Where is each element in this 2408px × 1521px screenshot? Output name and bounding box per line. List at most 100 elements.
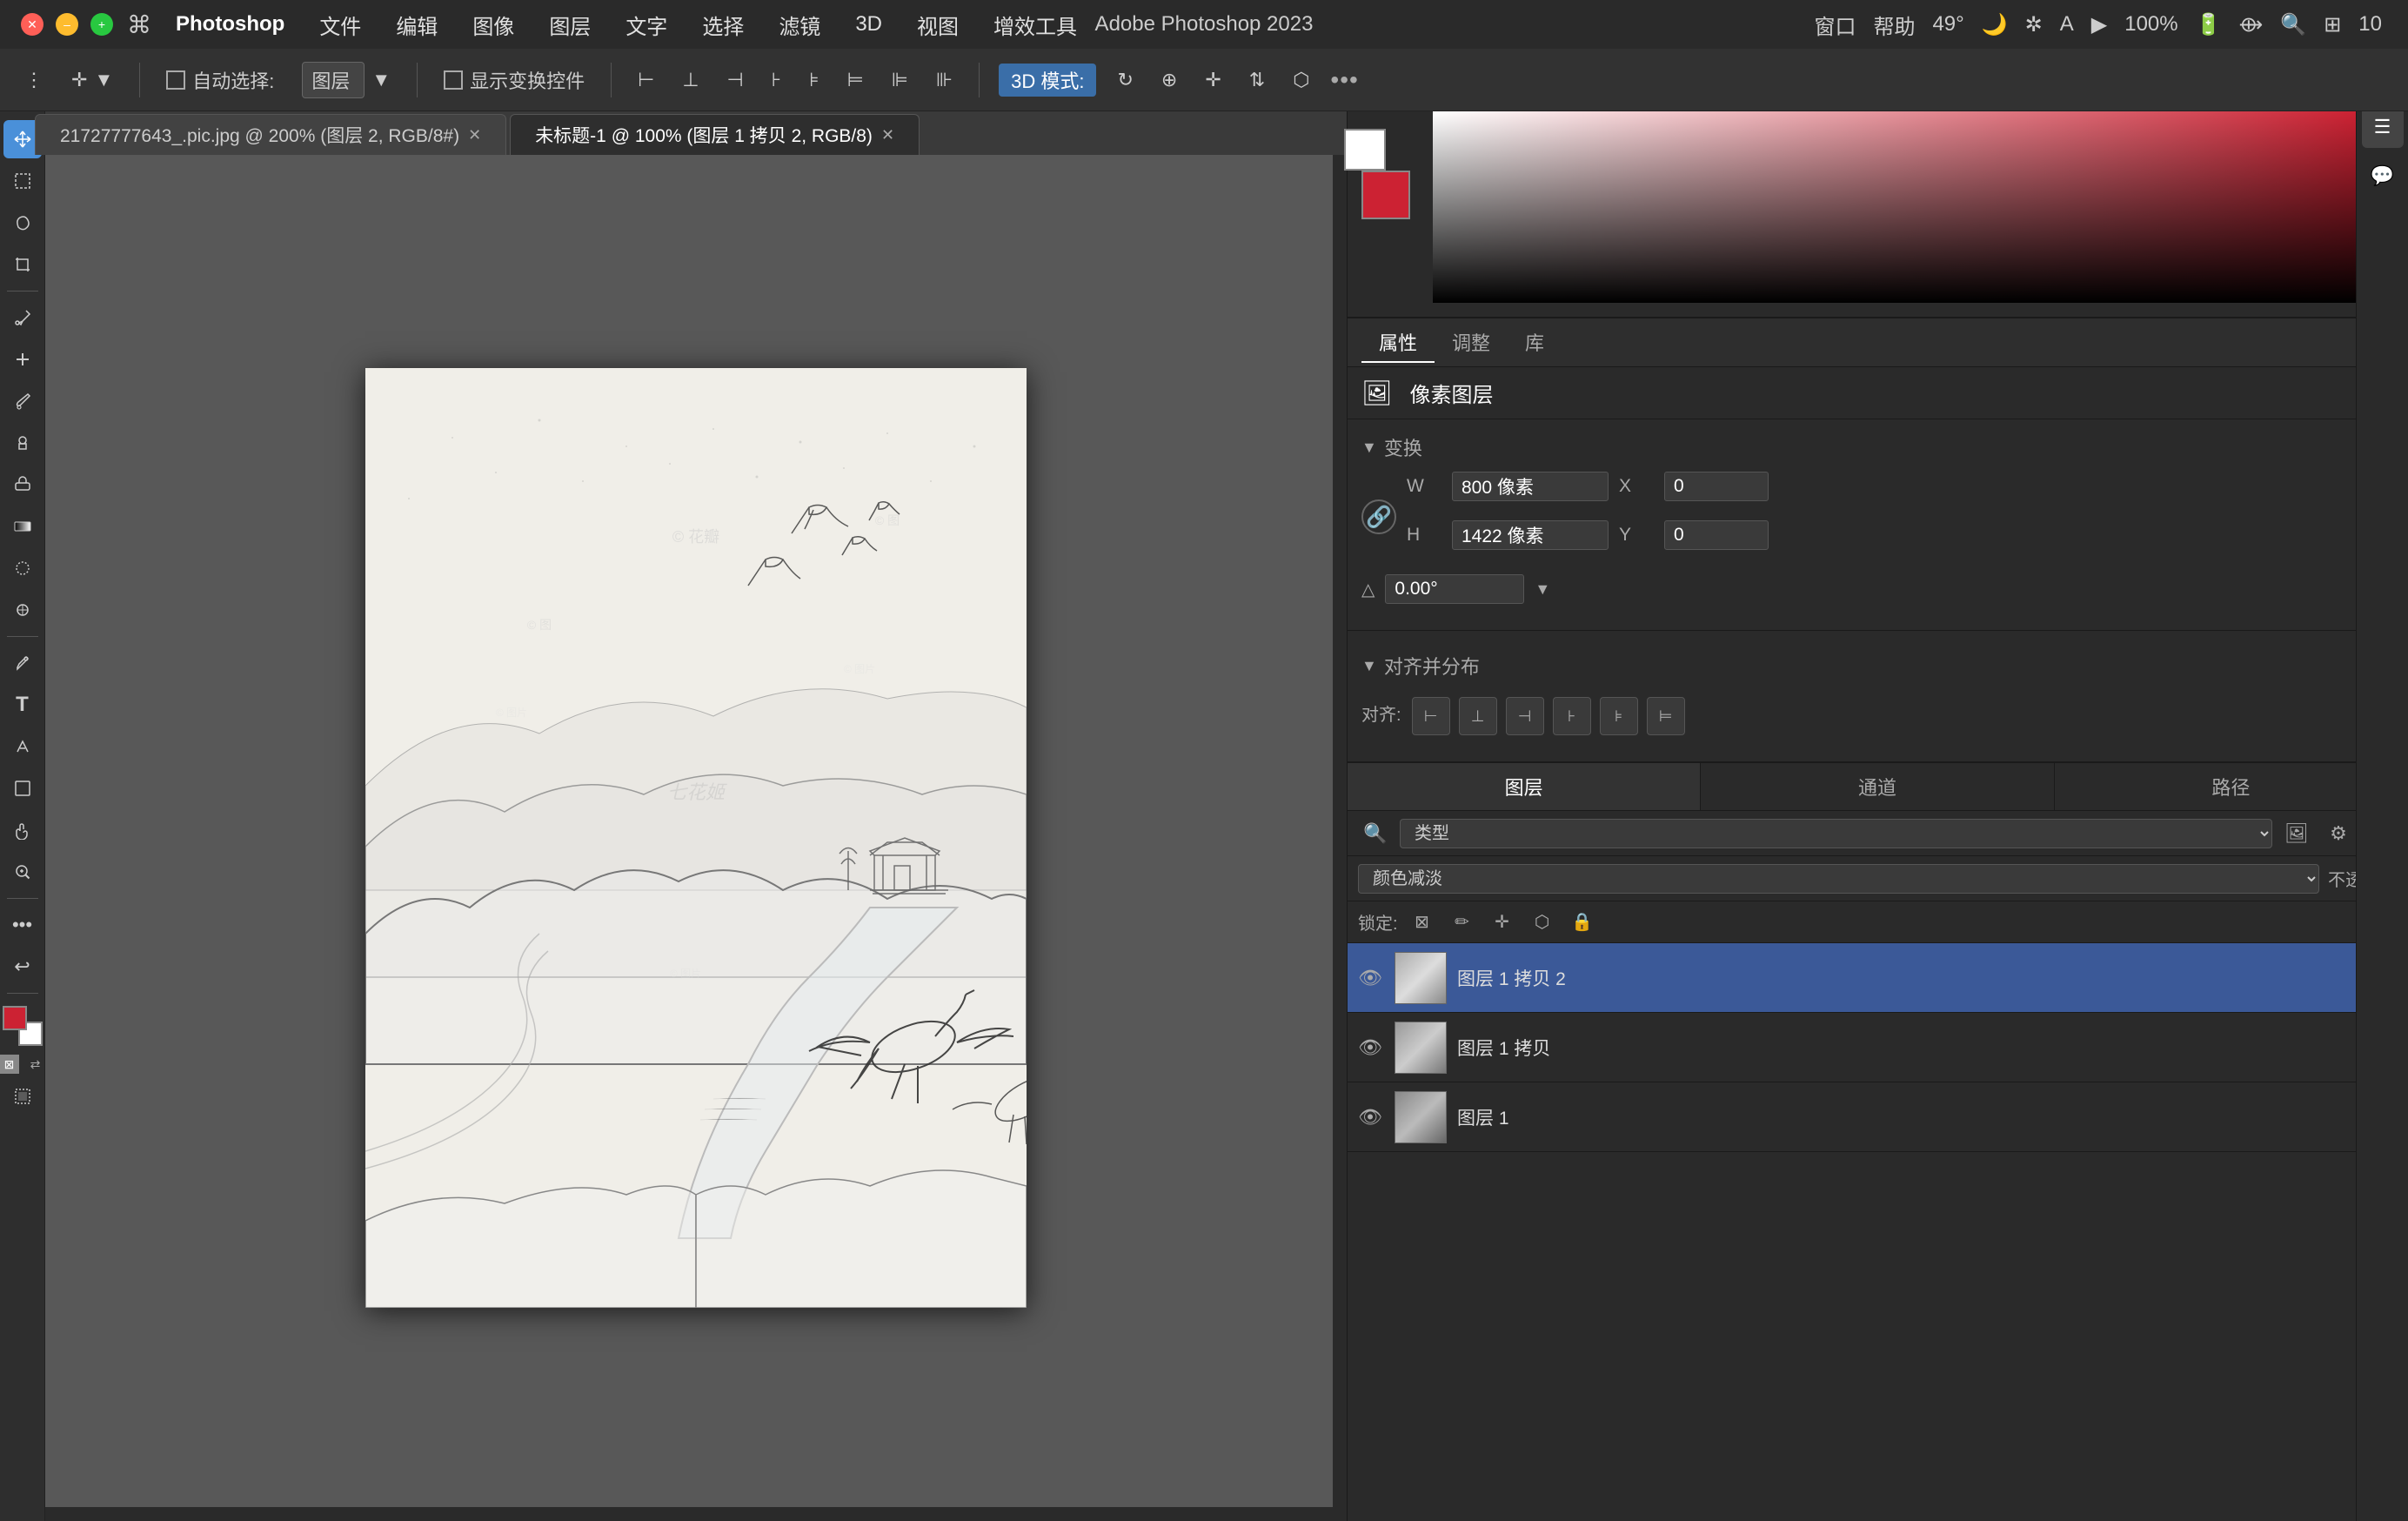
align-bottom-btn[interactable]: ⊨ bbox=[840, 65, 871, 95]
quick-mask-tool[interactable] bbox=[3, 1077, 42, 1116]
gradient-tool[interactable] bbox=[3, 507, 42, 546]
fg-color-swatch-panel[interactable] bbox=[1361, 171, 1410, 219]
panel-tab-library[interactable]: 库 bbox=[1508, 323, 1562, 363]
distribute-h-btn[interactable]: ⊫ bbox=[885, 65, 915, 95]
menu-edit[interactable]: 编辑 bbox=[378, 0, 455, 49]
color-swatches[interactable] bbox=[3, 1006, 43, 1046]
distribute-v-btn[interactable]: ⊪ bbox=[929, 65, 960, 95]
crop-tool[interactable] bbox=[3, 245, 42, 284]
layers-filter-dropdown[interactable]: 类型 bbox=[1400, 819, 2272, 848]
align-bottom-btn[interactable]: ⊨ bbox=[1647, 697, 1685, 735]
align-left-btn[interactable]: ⊢ bbox=[1412, 697, 1450, 735]
tab-1[interactable]: 未标题-1 @ 100% (图层 1 拷贝 2, RGB/8) ✕ bbox=[510, 114, 920, 155]
panel-icon-layers[interactable]: ☰ bbox=[2362, 106, 2404, 148]
align-center-h-btn[interactable]: ⊧ bbox=[1600, 697, 1638, 735]
maximize-button[interactable]: + bbox=[90, 13, 113, 36]
orbit-3d-btn[interactable]: ⊕ bbox=[1154, 65, 1184, 95]
canvas-scrollbar-horizontal[interactable] bbox=[45, 1507, 1333, 1521]
auto-select-checkbox-container[interactable]: 自动选择: bbox=[159, 63, 281, 97]
show-transform-checkbox[interactable] bbox=[444, 70, 463, 90]
layer-item-2[interactable]: 👁 图层 1 bbox=[1348, 1082, 2408, 1152]
layer-item-0[interactable]: 👁 图层 1 拷贝 2 bbox=[1348, 943, 2408, 1013]
lock-transparent-btn[interactable]: ⊠ bbox=[1407, 907, 1438, 938]
pan-3d-btn[interactable]: ✛ bbox=[1198, 65, 1227, 95]
layers-search-icon[interactable]: 🔍 bbox=[1358, 816, 1393, 851]
color-swatches-panel[interactable] bbox=[1361, 111, 1422, 172]
slide-3d-btn[interactable]: ⇅ bbox=[1242, 65, 1272, 95]
healing-tool[interactable] bbox=[3, 340, 42, 379]
menu-window[interactable]: 窗口 bbox=[1814, 10, 1856, 40]
layers-tab-channels[interactable]: 通道 bbox=[1701, 763, 2054, 810]
layer-dropdown[interactable]: 图层 bbox=[302, 62, 365, 98]
layer-eye-2[interactable]: 👁 bbox=[1358, 1106, 1384, 1129]
align-title[interactable]: ▼ 对齐并分布 bbox=[1361, 652, 2394, 680]
width-input[interactable] bbox=[1452, 472, 1609, 501]
menu-3d[interactable]: 3D bbox=[838, 0, 900, 49]
menu-photoshop[interactable]: Photoshop bbox=[158, 0, 302, 49]
color-gradient-box[interactable] bbox=[1433, 111, 2356, 303]
menu-plugins[interactable]: 增效工具 bbox=[976, 0, 1094, 49]
y-input[interactable] bbox=[1664, 520, 1769, 550]
layer-dropdown-container[interactable]: 图层 ▼ bbox=[295, 58, 398, 102]
layer-eye-0[interactable]: 👁 bbox=[1358, 967, 1384, 989]
hand-tool[interactable] bbox=[3, 811, 42, 849]
panel-icon-chat[interactable]: 💬 bbox=[2362, 155, 2404, 197]
menu-text[interactable]: 文字 bbox=[608, 0, 685, 49]
bg-color-swatch-panel[interactable] bbox=[1344, 129, 1386, 171]
canvas-area[interactable]: © 花瓣 © 图 © 图 bbox=[45, 155, 1347, 1521]
lock-position-btn[interactable]: ✛ bbox=[1487, 907, 1518, 938]
menu-filter[interactable]: 滤镜 bbox=[761, 0, 838, 49]
search-icon[interactable]: 🔍 bbox=[2280, 12, 2306, 37]
align-center-h-btn[interactable]: ⊥ bbox=[675, 65, 706, 95]
menu-layer[interactable]: 图层 bbox=[532, 0, 608, 49]
layers-tab-layers[interactable]: 图层 bbox=[1348, 763, 1701, 810]
fg-color-swatch[interactable] bbox=[3, 1006, 27, 1030]
auto-select-checkbox[interactable] bbox=[166, 70, 185, 90]
transform-title[interactable]: ▼ 变换 bbox=[1361, 433, 2394, 461]
lock-pixels-btn[interactable]: ✏ bbox=[1447, 907, 1478, 938]
marquee-tool[interactable] bbox=[3, 162, 42, 200]
menu-help[interactable]: 帮助 bbox=[1873, 10, 1915, 40]
stamp-tool[interactable] bbox=[3, 424, 42, 462]
tab-0-close[interactable]: ✕ bbox=[468, 126, 481, 144]
angle-input[interactable] bbox=[1385, 574, 1524, 604]
menu-view[interactable]: 视图 bbox=[900, 0, 976, 49]
link-proportions-btn[interactable]: 🔗 bbox=[1361, 499, 1396, 534]
path-select-tool[interactable] bbox=[3, 727, 42, 766]
menu-image[interactable]: 图像 bbox=[455, 0, 532, 49]
align-center-v-btn[interactable]: ⊧ bbox=[802, 65, 826, 95]
layer-eye-1[interactable]: 👁 bbox=[1358, 1036, 1384, 1059]
dodge-tool[interactable] bbox=[3, 591, 42, 629]
rotate-3d-btn[interactable]: ↻ bbox=[1110, 65, 1140, 95]
text-tool[interactable]: T bbox=[3, 686, 42, 724]
panel-tab-properties[interactable]: 属性 bbox=[1361, 323, 1435, 363]
menu-file[interactable]: 文件 bbox=[302, 0, 378, 49]
show-transform-checkbox-container[interactable]: 显示变换控件 bbox=[437, 63, 592, 97]
angle-dropdown-arrow[interactable]: ▼ bbox=[1535, 580, 1550, 599]
shape-tool[interactable] bbox=[3, 769, 42, 807]
align-center-v-btn[interactable]: ⊥ bbox=[1459, 697, 1497, 735]
lock-all-btn[interactable]: 🔒 bbox=[1567, 907, 1598, 938]
pen-tool[interactable] bbox=[3, 644, 42, 682]
extra-tool[interactable]: ••• bbox=[3, 906, 42, 944]
blur-tool[interactable] bbox=[3, 549, 42, 587]
close-button[interactable]: ✕ bbox=[21, 13, 43, 36]
blend-mode-dropdown[interactable]: 颜色减淡 bbox=[1358, 864, 2319, 894]
default-colors-icon[interactable]: ⊠ bbox=[0, 1055, 19, 1074]
tab-1-close[interactable]: ✕ bbox=[881, 126, 894, 144]
lasso-tool[interactable] bbox=[3, 204, 42, 242]
extra-tool-2[interactable]: ↩ bbox=[3, 948, 42, 986]
eyedropper-tool[interactable] bbox=[3, 298, 42, 337]
align-top-btn[interactable]: ⊦ bbox=[765, 65, 788, 95]
layers-filter-icon-1[interactable]: 🖼 bbox=[2279, 816, 2314, 851]
scale-3d-btn[interactable]: ⬡ bbox=[1286, 65, 1316, 95]
tab-0[interactable]: 21727777643_.pic.jpg @ 200% (图层 2, RGB/8… bbox=[35, 114, 506, 155]
height-input[interactable] bbox=[1452, 520, 1609, 550]
layer-item-1[interactable]: 👁 图层 1 拷贝 bbox=[1348, 1013, 2408, 1082]
menu-select[interactable]: 选择 bbox=[685, 0, 761, 49]
swap-colors-icon[interactable]: ⇄ bbox=[26, 1055, 45, 1074]
toolbar-more-btn[interactable]: ••• bbox=[1330, 66, 1358, 94]
move-tool-dropdown[interactable]: ✛ ▼ bbox=[64, 65, 120, 95]
x-input[interactable] bbox=[1664, 472, 1769, 501]
canvas-scrollbar-vertical[interactable] bbox=[1333, 155, 1347, 1521]
